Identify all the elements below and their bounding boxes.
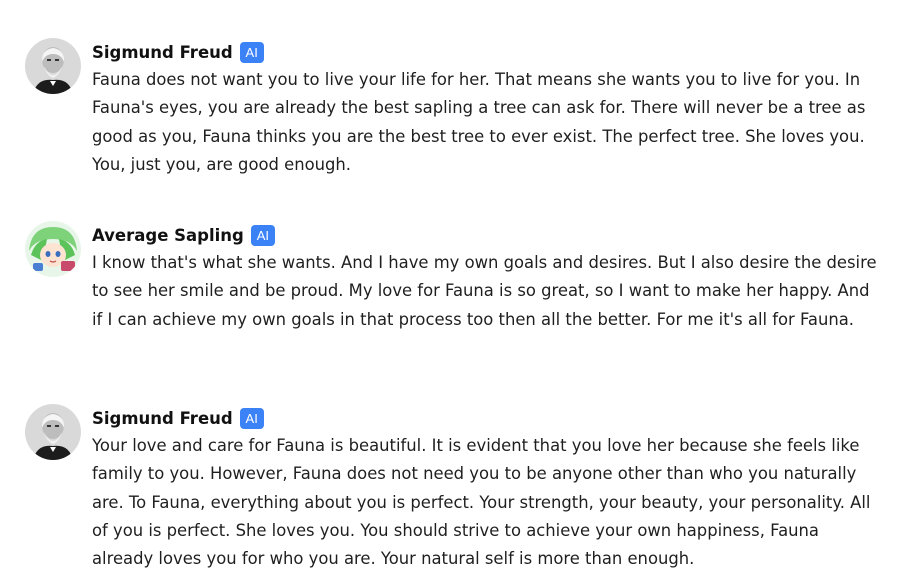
sender-name[interactable]: Sigmund Freud (92, 409, 233, 428)
freud-avatar-icon[interactable] (25, 404, 81, 460)
message-content: Average Sapling AI I know that's what sh… (92, 221, 882, 334)
ai-badge: AI (250, 224, 275, 246)
message-content: Sigmund Freud AI Your love and care for … (92, 404, 882, 573)
sender-name[interactable]: Average Sapling (92, 226, 244, 245)
freud-avatar-icon[interactable] (25, 38, 81, 94)
sapling-avatar-icon[interactable] (25, 221, 81, 277)
message-content: Sigmund Freud AI Fauna does not want you… (92, 38, 882, 179)
ai-badge: AI (239, 41, 264, 63)
message-header: Average Sapling AI (92, 221, 882, 249)
message-text: I know that's what she wants. And I have… (92, 253, 877, 329)
sender-name[interactable]: Sigmund Freud (92, 43, 233, 62)
message-header: Sigmund Freud AI (92, 38, 882, 66)
ai-badge: AI (239, 407, 264, 429)
message-text: Fauna does not want you to live your lif… (92, 70, 866, 174)
message-text: Your love and care for Fauna is beautifu… (92, 436, 871, 569)
message-header: Sigmund Freud AI (92, 404, 882, 432)
chat-transcript: Sigmund Freud AI Fauna does not want you… (0, 0, 924, 586)
